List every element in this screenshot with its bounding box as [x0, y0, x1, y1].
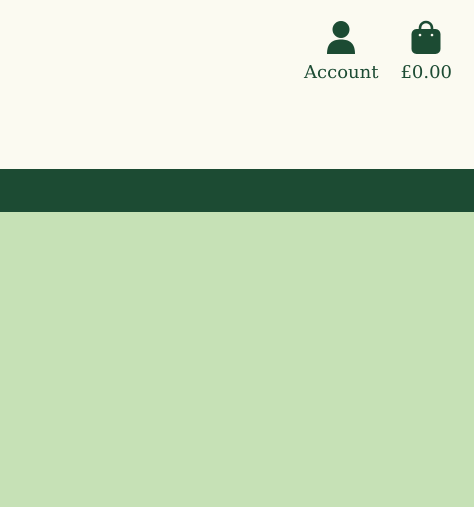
header-actions: Account £0.00 — [304, 20, 452, 84]
account-label: Account — [304, 62, 379, 83]
shopping-bag-icon — [409, 20, 443, 54]
basket-link[interactable]: £0.00 — [400, 20, 452, 84]
navigation-bar — [0, 169, 474, 212]
main-content — [0, 212, 474, 507]
page: Account £0.00 — [0, 0, 474, 507]
account-link[interactable]: Account — [304, 20, 378, 84]
user-icon — [324, 20, 358, 54]
basket-total: £0.00 — [400, 62, 452, 83]
site-header: Account £0.00 — [0, 0, 474, 169]
